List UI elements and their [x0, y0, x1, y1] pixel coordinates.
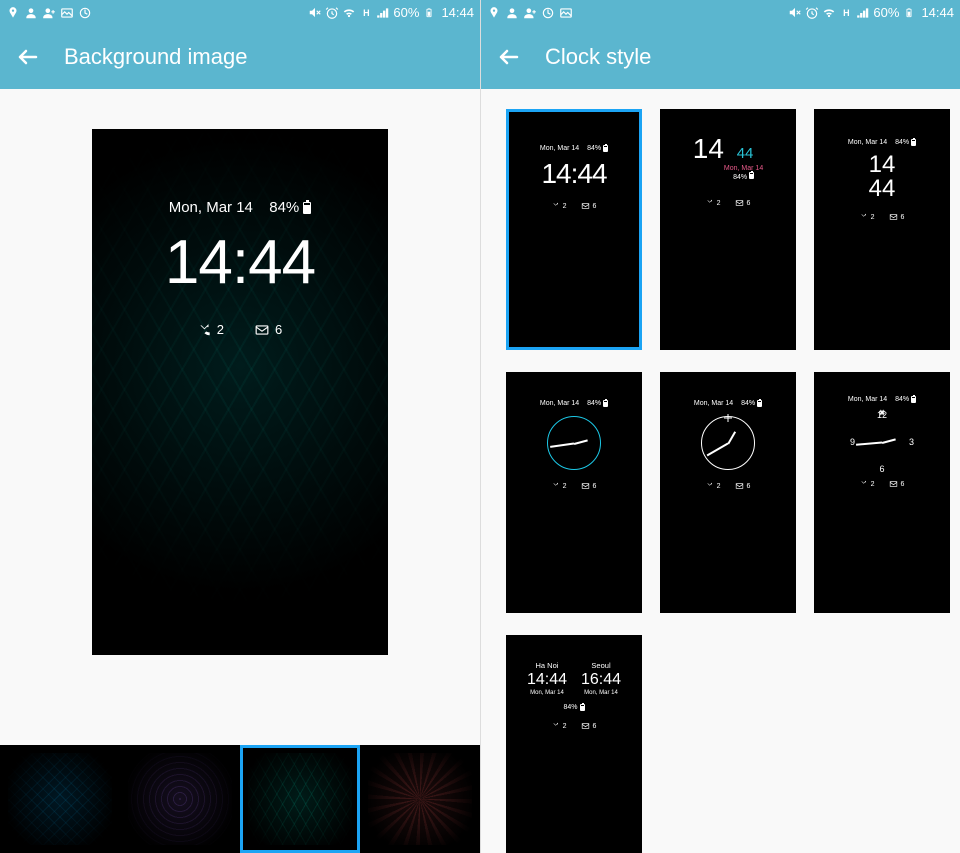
clock-style-grid[interactable]: Mon, Mar 14 84% 14:44 2 6 1444Mon, Mar 1… — [481, 89, 960, 853]
panel-clock-style: H 60% 14:44 Clock style Mon, Mar 14 84% … — [480, 0, 960, 853]
signal-icon — [376, 6, 390, 20]
thumbnail-pattern-red[interactable] — [360, 745, 480, 853]
page-title: Clock style — [545, 44, 651, 70]
status-time: 14:44 — [921, 5, 954, 20]
network-type-icon: H — [839, 6, 853, 20]
status-bar: H 60% 14:44 — [0, 0, 480, 25]
wifi-icon — [342, 6, 356, 20]
person-icon — [505, 6, 519, 20]
battery-pct: 60% — [873, 5, 899, 20]
preview-area: Mon, Mar 14 84% 14:44 2 6 — [0, 89, 480, 745]
battery-icon — [303, 202, 311, 214]
clock-style-analog-numbers[interactable]: Mon, Mar 14 84% 12 3 6 9 — [814, 372, 950, 613]
panel-background-image: H 60% 14:44 Background image Mon, Mar 14… — [0, 0, 480, 853]
back-arrow-icon[interactable] — [16, 45, 40, 69]
clock-style-analog-cyan[interactable]: Mon, Mar 14 84% 2 6 — [506, 372, 642, 613]
back-arrow-icon[interactable] — [497, 45, 521, 69]
battery-icon — [422, 6, 436, 20]
clock-style-digital-stack[interactable]: Mon, Mar 14 84% 14 44 2 6 — [814, 109, 950, 350]
person-add-icon — [42, 6, 56, 20]
thumbnail-pattern-purple[interactable] — [120, 745, 240, 853]
network-type-icon: H — [359, 6, 373, 20]
mail-icon: 6 — [254, 322, 282, 337]
wifi-hotspot-icon — [487, 6, 501, 20]
app-bar: Clock style — [481, 25, 960, 89]
status-time: 14:44 — [441, 5, 474, 20]
background-preview: Mon, Mar 14 84% 14:44 2 6 — [92, 129, 388, 655]
clock-style-analog-white[interactable]: Mon, Mar 14 84% — [660, 372, 796, 613]
gallery-icon — [559, 6, 573, 20]
preview-notifications: 2 6 — [92, 322, 388, 337]
mute-icon — [308, 6, 322, 20]
preview-time: 14:44 — [92, 227, 388, 298]
thumbnail-pattern-blue[interactable] — [0, 745, 120, 853]
preview-date-line: Mon, Mar 14 84% — [169, 199, 312, 216]
person-add-icon — [523, 6, 537, 20]
missed-call-icon: 2 — [198, 322, 224, 337]
sync-icon — [78, 6, 92, 20]
gallery-icon — [60, 6, 74, 20]
wifi-icon — [822, 6, 836, 20]
person-icon — [24, 6, 38, 20]
battery-icon — [902, 6, 916, 20]
clock-style-digital-split[interactable]: 1444Mon, Mar 1484% 2 6 — [660, 109, 796, 350]
mute-icon — [788, 6, 802, 20]
sync-icon — [541, 6, 555, 20]
wifi-hotspot-icon — [6, 6, 20, 20]
alarm-icon — [325, 6, 339, 20]
page-title: Background image — [64, 44, 247, 70]
thumbnail-pattern-leaf[interactable] — [240, 745, 360, 853]
alarm-icon — [805, 6, 819, 20]
battery-pct: 60% — [393, 5, 419, 20]
clock-style-digital-single[interactable]: Mon, Mar 14 84% 14:44 2 6 — [506, 109, 642, 350]
clock-style-dual-city[interactable]: Ha Noi 14:44 Mon, Mar 14 Seoul 16:44 Mon… — [506, 635, 642, 853]
background-thumbnails — [0, 745, 480, 853]
status-bar: H 60% 14:44 — [481, 0, 960, 25]
signal-icon — [856, 6, 870, 20]
app-bar: Background image — [0, 25, 480, 89]
